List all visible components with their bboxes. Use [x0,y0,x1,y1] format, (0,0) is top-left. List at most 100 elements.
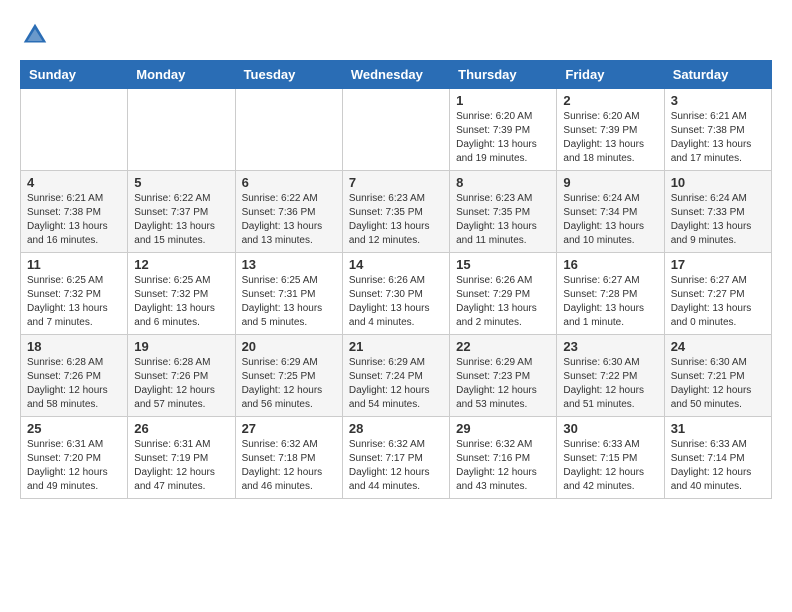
day-cell: 7 Sunrise: 6:23 AM Sunset: 7:35 PM Daylig… [342,171,449,253]
day-info: Sunrise: 6:28 AM Sunset: 7:26 PM Dayligh… [134,356,228,412]
day-cell: 25 Sunrise: 6:31 AM Sunset: 7:20 PM Dayli… [21,417,128,499]
day-cell: 14Sunrise: 6:26 AM Sunset: 7:30 PM Dayli… [342,253,449,335]
day-cell: 18 Sunrise: 6:28 AM Sunset: 7:26 PM Dayli… [21,335,128,417]
day-cell: 23Sunrise: 6:30 AM Sunset: 7:22 PM Dayli… [557,335,664,417]
day-header-friday: Friday [557,61,664,89]
day-cell: 28 Sunrise: 6:32 AM Sunset: 7:17 PM Dayli… [342,417,449,499]
day-number: 25 [27,421,121,436]
day-cell [342,89,449,171]
day-cell: 31Sunrise: 6:33 AM Sunset: 7:14 PM Dayli… [664,417,771,499]
day-cell [235,89,342,171]
day-number: 2 [563,93,657,108]
day-header-sunday: Sunday [21,61,128,89]
day-number: 7 [349,175,443,190]
day-cell: 9 Sunrise: 6:24 AM Sunset: 7:34 PM Daylig… [557,171,664,253]
day-cell: 29 Sunrise: 6:32 AM Sunset: 7:16 PM Dayli… [450,417,557,499]
day-number: 27 [242,421,336,436]
day-number: 4 [27,175,121,190]
logo [20,20,54,50]
day-number: 31 [671,421,765,436]
day-info: Sunrise: 6:21 AM Sunset: 7:38 PM Dayligh… [671,110,765,166]
day-cell: 6 Sunrise: 6:22 AM Sunset: 7:36 PM Daylig… [235,171,342,253]
day-cell: 13Sunrise: 6:25 AM Sunset: 7:31 PM Dayli… [235,253,342,335]
day-number: 18 [27,339,121,354]
day-number: 20 [242,339,336,354]
day-info: Sunrise: 6:21 AM Sunset: 7:38 PM Dayligh… [27,192,121,248]
day-info: Sunrise: 6:25 AM Sunset: 7:31 PM Dayligh… [242,274,336,330]
day-info: Sunrise: 6:33 AM Sunset: 7:15 PM Dayligh… [563,438,657,494]
day-cell: 12 Sunrise: 6:25 AM Sunset: 7:32 PM Dayli… [128,253,235,335]
day-info: Sunrise: 6:27 AM Sunset: 7:28 PM Dayligh… [563,274,657,330]
day-info: Sunrise: 6:32 AM Sunset: 7:16 PM Dayligh… [456,438,550,494]
day-info: Sunrise: 6:20 AM Sunset: 7:39 PM Dayligh… [456,110,550,166]
day-cell: 1 Sunrise: 6:20 AM Sunset: 7:39 PM Daylig… [450,89,557,171]
day-number: 29 [456,421,550,436]
day-header-wednesday: Wednesday [342,61,449,89]
day-cell: 24 Sunrise: 6:30 AM Sunset: 7:21 PM Dayli… [664,335,771,417]
day-cell: 16Sunrise: 6:27 AM Sunset: 7:28 PM Dayli… [557,253,664,335]
day-cell [21,89,128,171]
day-cell: 4 Sunrise: 6:21 AM Sunset: 7:38 PM Daylig… [21,171,128,253]
day-cell: 19Sunrise: 6:28 AM Sunset: 7:26 PM Dayli… [128,335,235,417]
day-info: Sunrise: 6:24 AM Sunset: 7:33 PM Dayligh… [671,192,765,248]
day-number: 10 [671,175,765,190]
day-info: Sunrise: 6:29 AM Sunset: 7:23 PM Dayligh… [456,356,550,412]
day-info: Sunrise: 6:27 AM Sunset: 7:27 PM Dayligh… [671,274,765,330]
day-cell: 20 Sunrise: 6:29 AM Sunset: 7:25 PM Dayli… [235,335,342,417]
day-cell: 11Sunrise: 6:25 AM Sunset: 7:32 PM Dayli… [21,253,128,335]
day-number: 12 [134,257,228,272]
day-info: Sunrise: 6:22 AM Sunset: 7:36 PM Dayligh… [242,192,336,248]
day-info: Sunrise: 6:22 AM Sunset: 7:37 PM Dayligh… [134,192,228,248]
day-number: 8 [456,175,550,190]
day-number: 5 [134,175,228,190]
day-number: 30 [563,421,657,436]
header [20,20,772,50]
day-info: Sunrise: 6:30 AM Sunset: 7:21 PM Dayligh… [671,356,765,412]
day-cell: 15 Sunrise: 6:26 AM Sunset: 7:29 PM Dayli… [450,253,557,335]
day-cell: 22Sunrise: 6:29 AM Sunset: 7:23 PM Dayli… [450,335,557,417]
day-cell: 2 Sunrise: 6:20 AM Sunset: 7:39 PM Daylig… [557,89,664,171]
day-cell: 10 Sunrise: 6:24 AM Sunset: 7:33 PM Dayli… [664,171,771,253]
day-info: Sunrise: 6:29 AM Sunset: 7:24 PM Dayligh… [349,356,443,412]
day-info: Sunrise: 6:28 AM Sunset: 7:26 PM Dayligh… [27,356,121,412]
day-header-monday: Monday [128,61,235,89]
week-row-3: 11Sunrise: 6:25 AM Sunset: 7:32 PM Dayli… [21,253,772,335]
day-info: Sunrise: 6:31 AM Sunset: 7:20 PM Dayligh… [27,438,121,494]
day-info: Sunrise: 6:32 AM Sunset: 7:18 PM Dayligh… [242,438,336,494]
day-number: 23 [563,339,657,354]
day-headers-row: SundayMondayTuesdayWednesdayThursdayFrid… [21,61,772,89]
day-number: 14 [349,257,443,272]
calendar-header: SundayMondayTuesdayWednesdayThursdayFrid… [21,61,772,89]
day-info: Sunrise: 6:31 AM Sunset: 7:19 PM Dayligh… [134,438,228,494]
day-info: Sunrise: 6:23 AM Sunset: 7:35 PM Dayligh… [349,192,443,248]
day-cell: 27 Sunrise: 6:32 AM Sunset: 7:18 PM Dayli… [235,417,342,499]
day-cell: 30 Sunrise: 6:33 AM Sunset: 7:15 PM Dayli… [557,417,664,499]
day-info: Sunrise: 6:32 AM Sunset: 7:17 PM Dayligh… [349,438,443,494]
calendar-table: SundayMondayTuesdayWednesdayThursdayFrid… [20,60,772,499]
day-header-saturday: Saturday [664,61,771,89]
day-number: 21 [349,339,443,354]
day-info: Sunrise: 6:23 AM Sunset: 7:35 PM Dayligh… [456,192,550,248]
day-number: 24 [671,339,765,354]
calendar-body: 1 Sunrise: 6:20 AM Sunset: 7:39 PM Daylig… [21,89,772,499]
day-number: 9 [563,175,657,190]
day-info: Sunrise: 6:25 AM Sunset: 7:32 PM Dayligh… [134,274,228,330]
day-number: 3 [671,93,765,108]
day-info: Sunrise: 6:24 AM Sunset: 7:34 PM Dayligh… [563,192,657,248]
day-number: 17 [671,257,765,272]
day-number: 1 [456,93,550,108]
week-row-2: 4 Sunrise: 6:21 AM Sunset: 7:38 PM Daylig… [21,171,772,253]
day-cell: 21 Sunrise: 6:29 AM Sunset: 7:24 PM Dayli… [342,335,449,417]
day-number: 15 [456,257,550,272]
day-header-tuesday: Tuesday [235,61,342,89]
day-info: Sunrise: 6:26 AM Sunset: 7:29 PM Dayligh… [456,274,550,330]
day-info: Sunrise: 6:20 AM Sunset: 7:39 PM Dayligh… [563,110,657,166]
day-header-thursday: Thursday [450,61,557,89]
day-number: 26 [134,421,228,436]
day-info: Sunrise: 6:29 AM Sunset: 7:25 PM Dayligh… [242,356,336,412]
week-row-4: 18 Sunrise: 6:28 AM Sunset: 7:26 PM Dayli… [21,335,772,417]
day-number: 28 [349,421,443,436]
day-info: Sunrise: 6:25 AM Sunset: 7:32 PM Dayligh… [27,274,121,330]
week-row-5: 25 Sunrise: 6:31 AM Sunset: 7:20 PM Dayli… [21,417,772,499]
day-number: 6 [242,175,336,190]
